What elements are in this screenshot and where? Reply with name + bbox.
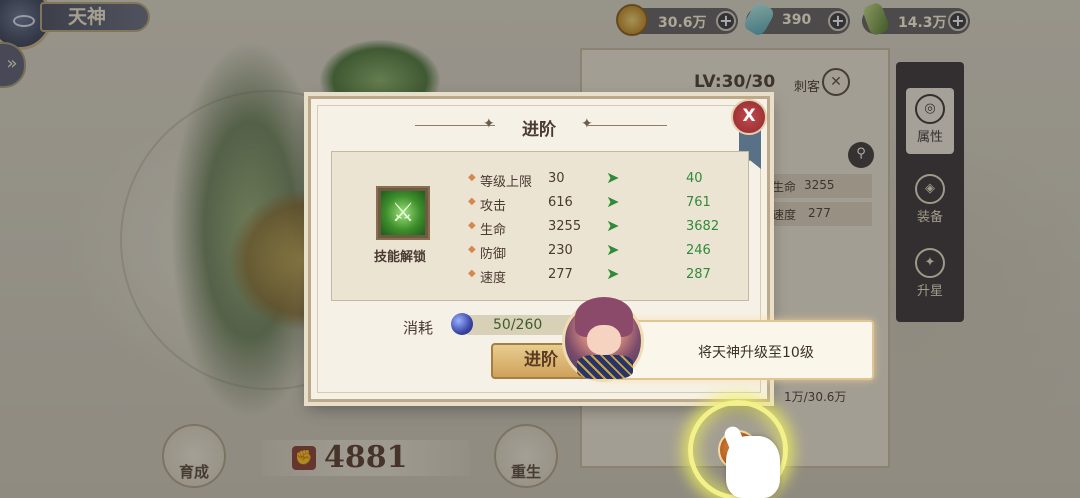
stat-row-attack: ◆ 攻击 616 ➤ 761 — [468, 192, 738, 216]
diamond-bullet-icon: ◆ — [468, 220, 476, 231]
dialog-title: 进阶 — [522, 120, 556, 140]
sword-icon: ⚔ — [381, 191, 425, 235]
stat-name: 防御 — [480, 247, 507, 262]
stat-row-speed: ◆ 速度 277 ➤ 287 — [468, 264, 738, 288]
advance-button-label: 进阶 — [524, 350, 558, 370]
stat-next: 761 — [686, 195, 711, 210]
diamond-bullet-icon: ◆ — [468, 172, 476, 183]
stat-name: 生命 — [480, 223, 507, 238]
stat-next: 3682 — [686, 219, 720, 234]
cost-label: 消耗 — [403, 319, 434, 337]
stat-name: 等级上限 — [480, 175, 533, 190]
arrow-right-icon: ➤ — [606, 216, 620, 235]
stat-row-hp: ◆ 生命 3255 ➤ 3682 — [468, 216, 738, 240]
stat-name: 攻击 — [480, 199, 507, 214]
close-button[interactable]: X — [731, 99, 767, 135]
avatar-scarf — [577, 355, 633, 379]
stat-name: 速度 — [480, 271, 507, 286]
tutorial-message: 将天神升级至10级 — [698, 345, 814, 361]
arrow-right-icon: ➤ — [606, 192, 620, 211]
divider — [587, 125, 667, 126]
stat-current: 277 — [548, 267, 573, 282]
stat-next: 287 — [686, 267, 711, 282]
stat-current: 230 — [548, 243, 573, 258]
arrow-right-icon: ➤ — [606, 264, 620, 283]
advance-stone-icon — [451, 313, 473, 335]
skill-unlock-label: 技能解锁 — [374, 250, 427, 265]
diamond-bullet-icon: ◆ — [468, 268, 476, 279]
stat-current: 616 — [548, 195, 573, 210]
diamond-bullet-icon: ◆ — [468, 244, 476, 255]
skill-unlock-icon[interactable]: ⚔ — [376, 186, 430, 240]
cost-value: 50/260 — [493, 317, 543, 333]
sparkle-icon: ✦ — [581, 116, 593, 132]
stat-next: 246 — [686, 243, 711, 258]
guide-character-avatar — [562, 297, 644, 382]
stat-current: 3255 — [548, 219, 582, 234]
stat-next: 40 — [686, 171, 703, 186]
pointing-hand-icon — [722, 424, 780, 498]
arrow-right-icon: ➤ — [606, 240, 620, 259]
close-icon: X — [742, 106, 756, 126]
diamond-bullet-icon: ◆ — [468, 196, 476, 207]
advance-stats-box: ⚔ 技能解锁 ◆ 等级上限 30 ➤ 40 ◆ 攻击 616 ➤ 761 ◆ 生… — [331, 151, 749, 301]
arrow-right-icon: ➤ — [606, 168, 620, 187]
avatar-face — [587, 325, 621, 355]
stat-row-level-cap: ◆ 等级上限 30 ➤ 40 — [468, 168, 738, 192]
stat-row-defense: ◆ 防御 230 ➤ 246 — [468, 240, 738, 264]
stat-current: 30 — [548, 171, 565, 186]
